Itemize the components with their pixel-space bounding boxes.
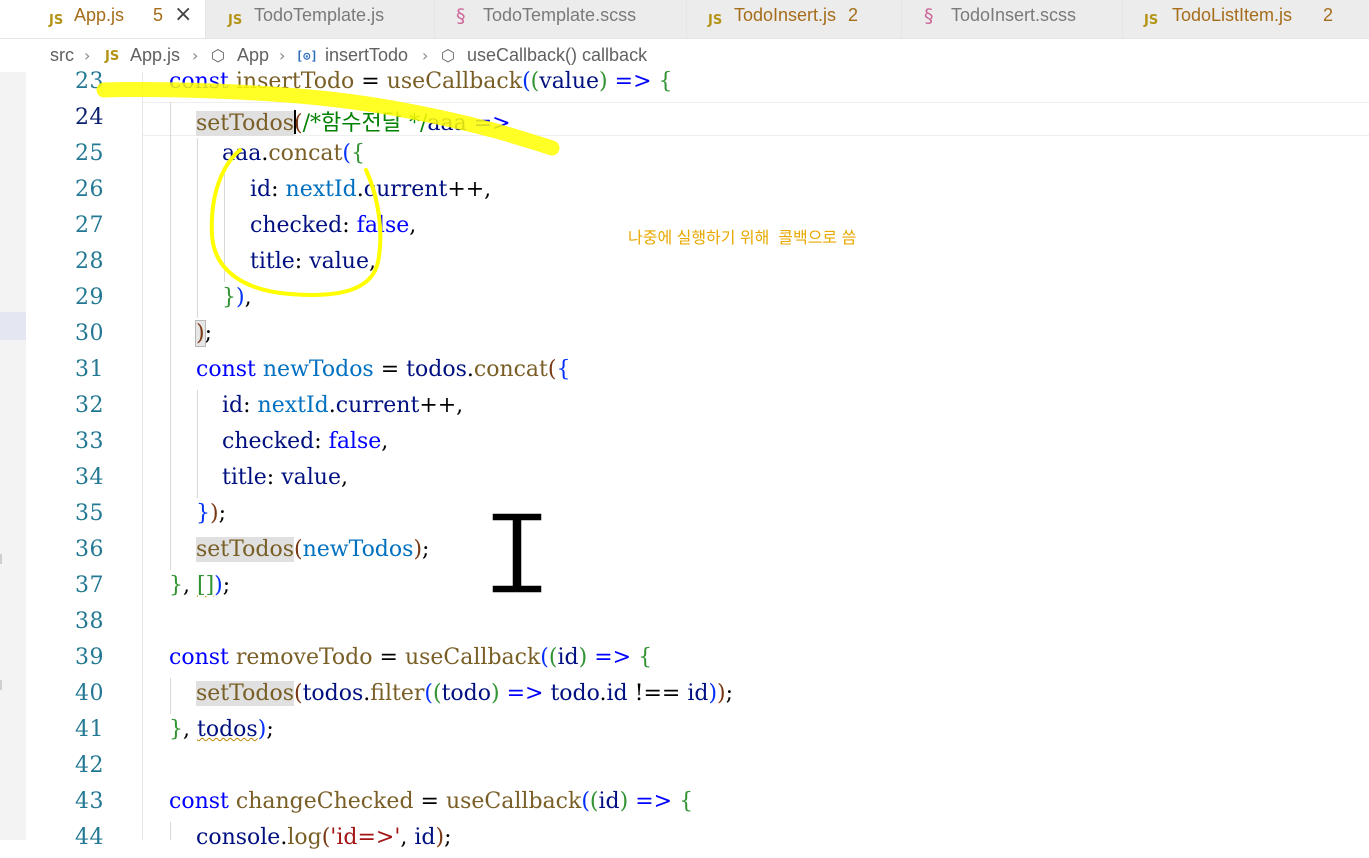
- line-number: 34: [75, 465, 104, 490]
- breadcrumb-component[interactable]: App: [237, 45, 269, 66]
- tab-app-js[interactable]: JS App.js 5 ×: [0, 0, 206, 38]
- js-icon: JS: [708, 13, 723, 28]
- line-number: 36: [75, 537, 104, 562]
- chevron-right-icon: ›: [279, 46, 286, 65]
- problem-count-badge: 2: [848, 5, 859, 25]
- variable-icon: [⊙]: [296, 49, 318, 63]
- gutter-divider: [142, 72, 143, 840]
- breadcrumb-callback[interactable]: useCallback() callback: [467, 45, 647, 66]
- line-number: 32: [75, 393, 104, 418]
- line-number: 23: [75, 69, 104, 94]
- line-number: 39: [75, 645, 104, 670]
- tab-label: TodoTemplate.js: [254, 5, 385, 25]
- line-number: 27: [75, 213, 104, 238]
- js-icon: JS: [105, 49, 120, 64]
- sass-icon: §: [924, 5, 934, 27]
- component-icon: ⬡: [211, 46, 225, 65]
- breadcrumb-variable[interactable]: insertTodo: [325, 45, 408, 66]
- indent-guide: [170, 102, 171, 570]
- line-number: 31: [75, 357, 104, 382]
- scroll-marker: [0, 554, 2, 564]
- breadcrumb: src › JS App.js › ⬡ App › [⊙] insertTodo…: [0, 39, 1369, 72]
- tab-label: TodoListItem.js: [1172, 5, 1293, 25]
- activity-bar: [0, 72, 26, 840]
- js-icon: JS: [228, 13, 243, 28]
- indent-guide: [197, 390, 198, 498]
- chevron-right-icon: ›: [84, 46, 91, 65]
- tab-label: App.js: [74, 5, 125, 25]
- breadcrumb-src[interactable]: src: [50, 45, 74, 66]
- line-number: 42: [75, 753, 104, 778]
- chevron-right-icon: ›: [422, 46, 429, 65]
- line-number: 29: [75, 285, 104, 310]
- problem-count-badge: 2: [1323, 5, 1334, 25]
- scroll-marker: [0, 680, 2, 690]
- sass-icon: §: [456, 5, 466, 27]
- indent-guide: [197, 138, 198, 318]
- indent-guide: [170, 822, 171, 840]
- close-icon[interactable]: ×: [174, 0, 192, 30]
- line-number: 25: [75, 141, 104, 166]
- tab-todotemplate-scss[interactable]: § TodoTemplate.scss: [435, 0, 687, 38]
- line-number: 38: [75, 609, 104, 634]
- js-icon: JS: [1144, 13, 1159, 28]
- line-number: 28: [75, 249, 104, 274]
- line-number: 33: [75, 429, 104, 454]
- annotation-note: 나중에 실행하기 위해 콜백으로 씀: [628, 230, 857, 247]
- tab-todotemplate-js[interactable]: JS TodoTemplate.js: [206, 0, 435, 38]
- component-icon: ⬡: [441, 46, 455, 65]
- tab-label: TodoTemplate.scss: [483, 5, 637, 25]
- js-icon: JS: [49, 13, 64, 28]
- editor-tab-bar: JS App.js 5 × JS TodoTemplate.js § TodoT…: [0, 0, 1369, 39]
- indent-guide: [224, 174, 225, 282]
- tab-todoinsert-js[interactable]: JS TodoInsert.js 2: [687, 0, 902, 38]
- activity-selection[interactable]: [0, 312, 26, 340]
- line-number: 41: [75, 717, 104, 742]
- line-number: 30: [75, 321, 104, 346]
- chevron-right-icon: ›: [192, 46, 199, 65]
- line-number: 40: [75, 681, 104, 706]
- tab-label: TodoInsert.scss: [951, 5, 1077, 25]
- line-number: 43: [75, 789, 104, 814]
- line-number: 37: [75, 573, 104, 598]
- tab-todoinsert-scss[interactable]: § TodoInsert.scss: [902, 0, 1123, 38]
- line-number: 44: [75, 825, 104, 850]
- line-number: 24: [75, 105, 104, 130]
- problem-count-badge: 5: [153, 5, 164, 25]
- tab-label: TodoInsert.js: [734, 5, 837, 25]
- line-number: 35: [75, 501, 104, 526]
- text-cursor-ibeam-icon: [491, 512, 543, 594]
- tab-todolistitem-js[interactable]: JS TodoListItem.js 2: [1123, 0, 1369, 38]
- indent-guide: [170, 678, 171, 714]
- line-number: 26: [75, 177, 104, 202]
- breadcrumb-file[interactable]: App.js: [130, 45, 180, 66]
